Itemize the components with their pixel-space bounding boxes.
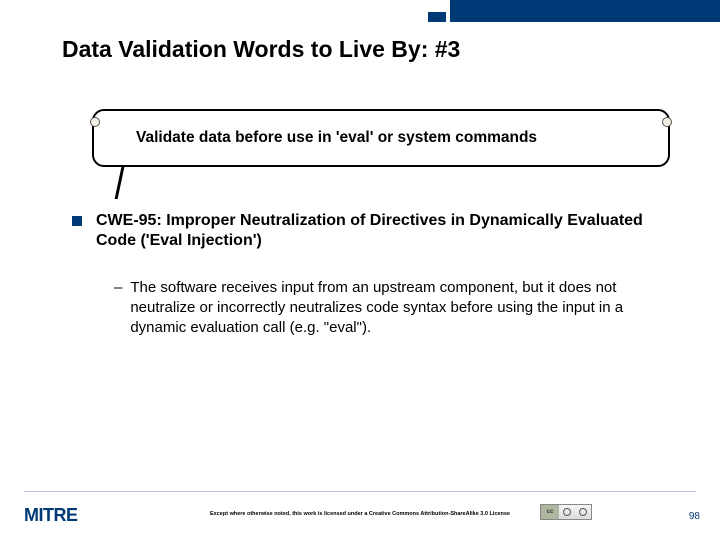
bullet-item: CWE-95: Improper Neutralization of Direc… [72, 211, 680, 252]
scroll-knob-left-icon [90, 117, 100, 127]
callout-pointer-icon [115, 167, 125, 199]
header-accent [428, 0, 720, 22]
slide-title: Data Validation Words to Live By: #3 [62, 36, 680, 63]
cc-by-icon [563, 508, 571, 516]
slide-content: Data Validation Words to Live By: #3 Val… [62, 36, 680, 339]
footer-divider [24, 491, 696, 492]
mitre-logo: MITRE [24, 505, 78, 526]
sub-bullet-text: The software receives input from an upst… [130, 278, 680, 339]
sub-bullet-item: – The software receives input from an up… [114, 278, 680, 339]
bullet-text: CWE-95: Improper Neutralization of Direc… [96, 211, 680, 252]
scroll-knob-right-icon [662, 117, 672, 127]
cc-label: cc [541, 505, 559, 519]
cc-icons [559, 508, 591, 516]
page-number: 98 [689, 511, 700, 522]
dash-icon: – [114, 278, 122, 339]
bullet-square-icon [72, 216, 82, 226]
cc-sa-icon [579, 508, 587, 516]
license-text: Except where otherwise noted, this work … [210, 511, 510, 517]
cc-license-badge-icon: cc [540, 504, 592, 520]
callout-text: Validate data before use in 'eval' or sy… [92, 109, 670, 167]
accent-small-bar [428, 12, 446, 22]
callout-box: Validate data before use in 'eval' or sy… [92, 109, 670, 167]
accent-big-bar [450, 0, 720, 22]
